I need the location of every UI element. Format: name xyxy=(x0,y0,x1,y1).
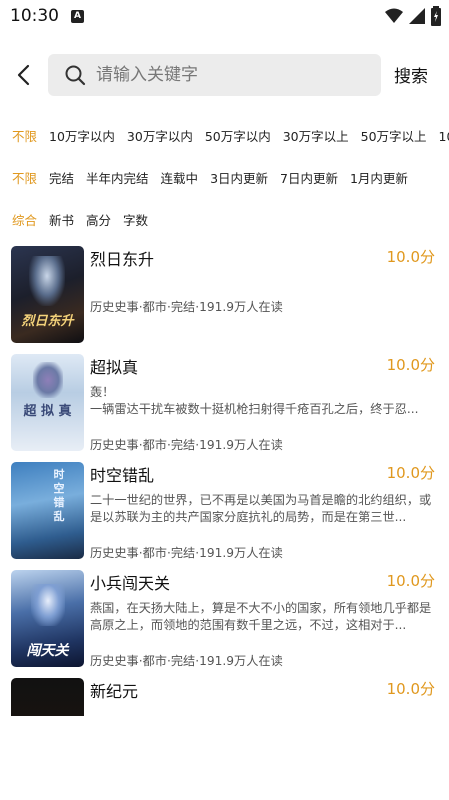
book-title: 超拟真 xyxy=(90,358,139,377)
signal-icon xyxy=(409,8,425,24)
sort-new[interactable]: 新书 xyxy=(49,210,74,229)
filter-status-ongoing[interactable]: 连载中 xyxy=(161,168,199,187)
chevron-left-icon xyxy=(17,64,30,86)
book-score: 10.0分 xyxy=(386,572,435,590)
search-header: 搜索 xyxy=(0,52,449,98)
book-list: 烈日东升 烈日东升 10.0分 历史史事·都市·完结·191.9万人在读 超 拟… xyxy=(0,246,449,786)
book-cover: 闯天关 xyxy=(11,570,84,667)
filter-word-count: 不限 10万字以内 30万字以内 50万字以内 30万字以上 50万字以上 10… xyxy=(0,123,449,147)
book-meta: 历史史事·都市·完结·191.9万人在读 xyxy=(90,654,283,668)
status-bar: 10:30 A xyxy=(0,0,449,32)
book-cover: 烈日东升 xyxy=(11,246,84,343)
book-cover: 超 拟 真 xyxy=(11,354,84,451)
search-input[interactable] xyxy=(96,65,346,85)
book-item[interactable]: 闯天关 小兵闯天关 10.0分 燕国，在天扬大陆上，算是不大不小的国家，所有领地… xyxy=(0,570,449,678)
sort-overall[interactable]: 综合 xyxy=(12,210,37,229)
filter-word-any[interactable]: 不限 xyxy=(12,126,37,145)
filter-word-50w[interactable]: 50万字以内 xyxy=(205,126,271,145)
back-button[interactable] xyxy=(12,62,38,88)
sort-words[interactable]: 字数 xyxy=(123,210,148,229)
sort-score[interactable]: 高分 xyxy=(86,210,111,229)
filter-word-30w[interactable]: 30万字以内 xyxy=(127,126,193,145)
book-score: 10.0分 xyxy=(386,464,435,482)
book-title: 时空错乱 xyxy=(90,466,155,485)
filter-sort: 综合 新书 高分 字数 xyxy=(0,207,449,231)
book-description: 二十一世纪的世界，已不再是以美国为马首是瞻的北约组织，或是以苏联为主的共产国家分… xyxy=(90,493,432,524)
filter-word-10w[interactable]: 10万字以内 xyxy=(49,126,115,145)
book-meta: 历史史事·都市·完结·191.9万人在读 xyxy=(90,546,283,560)
book-title: 小兵闯天关 xyxy=(90,574,171,593)
cover-title: 闯天关 xyxy=(26,643,69,659)
book-score: 10.0分 xyxy=(386,356,435,374)
filter-status-1month[interactable]: 1月内更新 xyxy=(350,168,408,187)
filter-status-3day[interactable]: 3日内更新 xyxy=(210,168,268,187)
search-button[interactable]: 搜索 xyxy=(394,62,428,87)
book-score: 10.0分 xyxy=(386,248,435,266)
book-cover: 时空错乱 xyxy=(11,462,84,559)
book-item[interactable]: 超 拟 真 超拟真 10.0分 轰！ 一辆雷达干扰车被数十挺机枪扫射得千疮百孔之… xyxy=(0,354,449,462)
status-time: 10:30 xyxy=(10,6,59,26)
book-title: 新纪元 xyxy=(90,682,139,701)
filter-status-finished[interactable]: 完结 xyxy=(49,168,74,187)
cover-title: 烈日东升 xyxy=(21,314,74,329)
battery-icon xyxy=(431,6,441,26)
filter-word-30w-plus[interactable]: 30万字以上 xyxy=(283,126,349,145)
book-title: 烈日东升 xyxy=(90,250,155,269)
book-description: 轰！ 一辆雷达干扰车被数十挺机枪扫射得千疮百孔之后，终于忍... xyxy=(90,385,419,416)
book-meta: 历史史事·都市·完结·191.9万人在读 xyxy=(90,300,283,314)
cover-title: 超 拟 真 xyxy=(23,404,72,419)
book-item[interactable]: 时空错乱 时空错乱 10.0分 二十一世纪的世界，已不再是以美国为马首是瞻的北约… xyxy=(0,462,449,570)
cover-title: 时空错乱 xyxy=(53,468,65,523)
search-icon xyxy=(65,65,86,86)
filter-word-50w-plus[interactable]: 50万字以上 xyxy=(361,126,427,145)
a-notification-icon: A xyxy=(71,9,84,23)
list-bottom-area xyxy=(0,716,449,800)
filter-status-7day[interactable]: 7日内更新 xyxy=(280,168,338,187)
filter-status-half-year[interactable]: 半年内完结 xyxy=(86,168,149,187)
book-meta: 历史史事·都市·完结·191.9万人在读 xyxy=(90,438,283,452)
book-item[interactable]: 烈日东升 烈日东升 10.0分 历史史事·都市·完结·191.9万人在读 xyxy=(0,246,449,354)
filter-word-100w-plus[interactable]: 100万字以上 xyxy=(439,126,449,145)
filter-status: 不限 完结 半年内完结 连载中 3日内更新 7日内更新 1月内更新 xyxy=(0,165,449,189)
wifi-icon xyxy=(385,8,403,23)
filter-status-any[interactable]: 不限 xyxy=(12,168,37,187)
search-box[interactable] xyxy=(48,54,381,96)
book-score: 10.0分 xyxy=(386,680,435,698)
status-icons xyxy=(385,6,441,26)
book-description: 燕国，在天扬大陆上，算是不大不小的国家，所有领地几乎都是高原之上，而领地的范围有… xyxy=(90,601,432,632)
